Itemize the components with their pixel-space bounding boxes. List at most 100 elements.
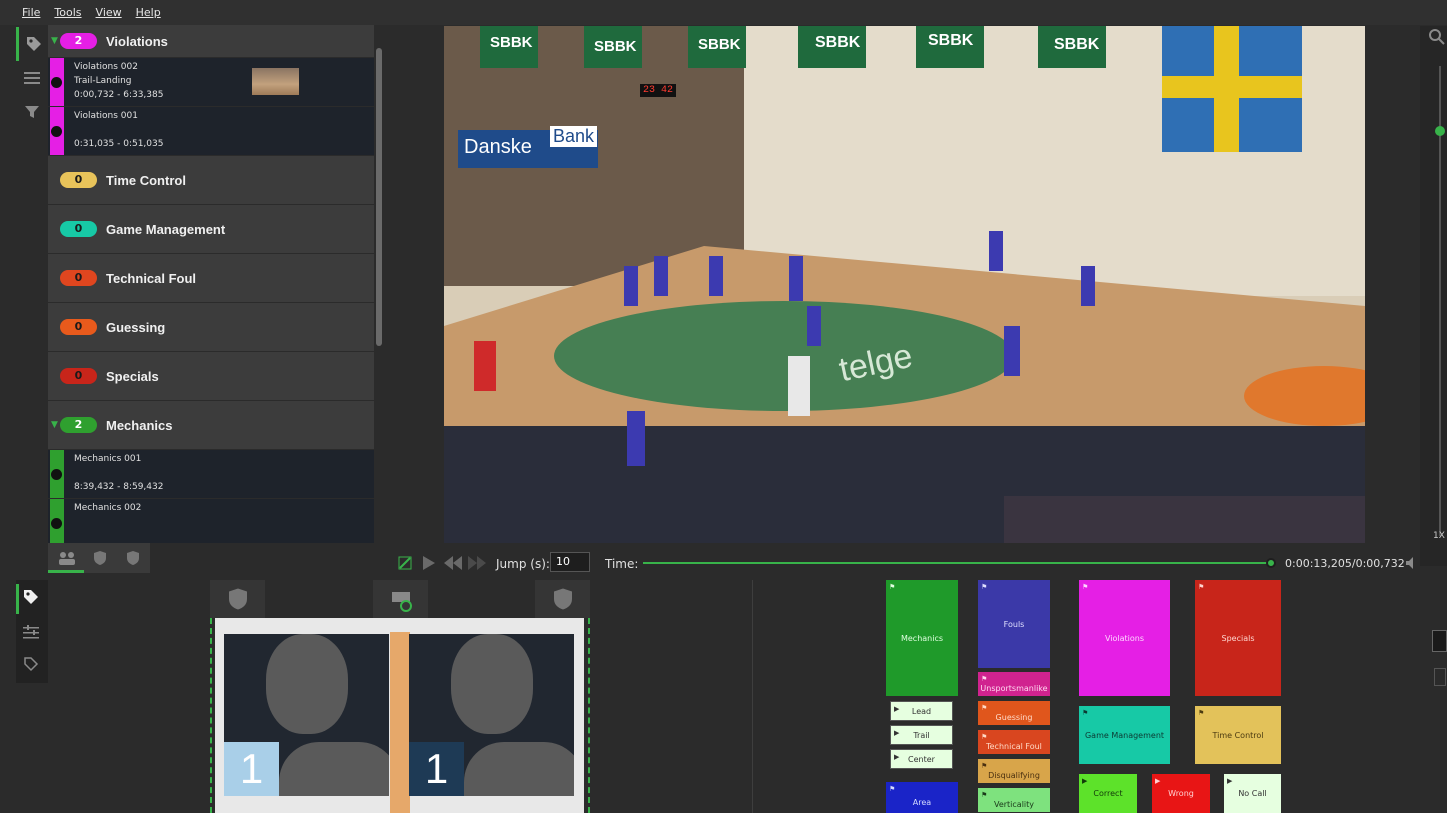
- tab-tags[interactable]: [16, 27, 48, 61]
- menu-help[interactable]: Help: [136, 6, 161, 19]
- event-row[interactable]: Mechanics 001 8:39,432 - 8:59,432: [48, 450, 374, 499]
- play-icon[interactable]: [420, 555, 436, 571]
- ad-text: Bank: [550, 126, 598, 147]
- menu-file[interactable]: File: [22, 6, 40, 19]
- wrong-button[interactable]: ▶ Wrong: [1152, 774, 1210, 813]
- menu-tools[interactable]: Tools: [54, 6, 81, 19]
- category-name: Mechanics: [106, 417, 173, 433]
- avatar: [451, 634, 533, 734]
- video-player[interactable]: SBBK SBBK SBBK SBBK SBBK SBBK Danske Ban…: [444, 26, 1365, 543]
- category-mechanics[interactable]: ▼ 2 Mechanics: [48, 401, 374, 450]
- center-button[interactable]: ▶ Center: [890, 749, 953, 769]
- category-name: Game Management: [106, 221, 226, 237]
- sliders-icon[interactable]: [23, 624, 39, 640]
- category-time-control[interactable]: 0 Time Control: [48, 156, 374, 205]
- banner-text: SBBK: [815, 34, 861, 51]
- specials-button[interactable]: ⚑ Specials: [1195, 580, 1281, 696]
- timeline-knob[interactable]: [1266, 558, 1276, 568]
- event-dot: [51, 469, 62, 480]
- category-name: Specials: [106, 368, 159, 384]
- unsportsmanlike-button[interactable]: ⚑ Unsportsmanlike: [978, 672, 1050, 696]
- guessing-button[interactable]: ⚑ Guessing: [978, 701, 1050, 725]
- event-row[interactable]: Mechanics 002: [48, 499, 374, 543]
- no-call-button[interactable]: ▶ No Call: [1224, 774, 1281, 813]
- shield-icon[interactable]: [94, 551, 106, 565]
- lineup-panel: 1 1: [210, 580, 590, 813]
- event-row[interactable]: Violations 002 Trail-Landing 0:00,732 - …: [48, 58, 374, 107]
- timeline-slider[interactable]: [643, 562, 1268, 564]
- technical-foul-button[interactable]: ⚑ Technical Foul: [978, 730, 1050, 754]
- time-control-button[interactable]: ⚑ Time Control: [1195, 706, 1281, 764]
- tag-edit-icon[interactable]: [23, 656, 39, 672]
- swap-teams-button[interactable]: [373, 580, 428, 618]
- tab-filter[interactable]: [16, 95, 48, 129]
- close-icon[interactable]: [1432, 630, 1447, 652]
- event-row[interactable]: Violations 001 0:31,035 - 0:51,035: [48, 107, 374, 156]
- search-icon[interactable]: [1429, 29, 1445, 45]
- violations-button[interactable]: ⚑ Violations: [1079, 580, 1170, 696]
- category-name: Violations: [106, 33, 168, 49]
- tag-icon: ⚑: [981, 733, 988, 741]
- fouls-button[interactable]: ⚑ Fouls: [978, 580, 1050, 668]
- area-button[interactable]: ⚑ Area: [886, 782, 958, 813]
- event-thumbnail: [252, 68, 299, 95]
- mechanics-button[interactable]: ⚑ Mechanics: [886, 580, 958, 696]
- disqualifying-button[interactable]: ⚑ Disqualifying: [978, 759, 1050, 783]
- panel-icon[interactable]: [1434, 668, 1446, 686]
- event-time: 0:00,732 - 6:33,385: [74, 90, 164, 100]
- lead-button[interactable]: ▶ Lead: [890, 701, 953, 721]
- button-label: Lead: [911, 706, 932, 716]
- trail-button[interactable]: ▶ Trail: [890, 725, 953, 745]
- category-guessing[interactable]: 0 Guessing: [48, 303, 374, 352]
- category-count-badge: 2: [60, 417, 97, 433]
- category-count-badge: 0: [60, 172, 97, 188]
- jump-seconds-input[interactable]: 10: [550, 552, 590, 572]
- forward-icon[interactable]: [468, 556, 486, 570]
- tag-icon: ⚑: [1082, 583, 1089, 591]
- category-violations[interactable]: ▼ 2 Violations: [48, 25, 374, 58]
- game-management-button[interactable]: ⚑ Game Management: [1079, 706, 1170, 764]
- list-scrollbar-thumb[interactable]: [376, 48, 382, 346]
- active-tab-indicator: [16, 584, 19, 614]
- draw-off-icon[interactable]: [398, 556, 412, 570]
- app-window: File Tools View Help ▼ 2 Violations Viol…: [0, 0, 1447, 813]
- tag-icon: ⚑: [981, 583, 988, 591]
- right-toolbar: 1X: [1420, 26, 1447, 566]
- button-label: Area: [912, 798, 932, 807]
- tag-icon: ▶: [894, 729, 900, 737]
- tag-icon: ⚑: [1198, 583, 1205, 591]
- category-game-management[interactable]: 0 Game Management: [48, 205, 374, 254]
- rewind-icon[interactable]: [444, 556, 462, 570]
- shield-icon[interactable]: [127, 551, 139, 565]
- home-player-card[interactable]: 1: [224, 634, 389, 796]
- away-player-card[interactable]: 1: [409, 634, 574, 796]
- event-time: 0:31,035 - 0:51,035: [74, 139, 164, 149]
- avatar-body: [464, 742, 574, 796]
- button-label: Guessing: [995, 712, 1033, 722]
- volume-icon[interactable]: [1405, 556, 1419, 570]
- category-count-badge: 0: [60, 319, 97, 335]
- expand-icon[interactable]: ▼: [51, 420, 58, 430]
- event-title: Violations 002: [74, 62, 138, 72]
- category-name: Guessing: [106, 319, 166, 335]
- zoom-track[interactable]: [1439, 66, 1441, 536]
- right-side-tools: [1420, 578, 1447, 813]
- court-field: 1 1: [215, 618, 584, 813]
- category-technical-foul[interactable]: 0 Technical Foul: [48, 254, 374, 303]
- players-icon[interactable]: [58, 551, 76, 566]
- correct-button[interactable]: ▶ Correct: [1079, 774, 1137, 813]
- tab-list[interactable]: [16, 61, 48, 95]
- menu-view[interactable]: View: [96, 6, 122, 19]
- away-team-header[interactable]: [535, 580, 590, 618]
- home-team-header[interactable]: [210, 580, 265, 618]
- bottom-tab-column: [16, 580, 48, 683]
- speed-label: 1X: [1433, 531, 1445, 541]
- tag-icon: ⚑: [981, 704, 988, 712]
- lineup-border: [210, 618, 212, 813]
- category-specials[interactable]: 0 Specials: [48, 352, 374, 401]
- verticality-button[interactable]: ⚑ Verticality: [978, 788, 1050, 812]
- tag-icon[interactable]: [22, 588, 40, 606]
- player-number: 1: [409, 742, 464, 796]
- expand-icon[interactable]: ▼: [51, 36, 58, 46]
- zoom-knob[interactable]: [1435, 126, 1445, 136]
